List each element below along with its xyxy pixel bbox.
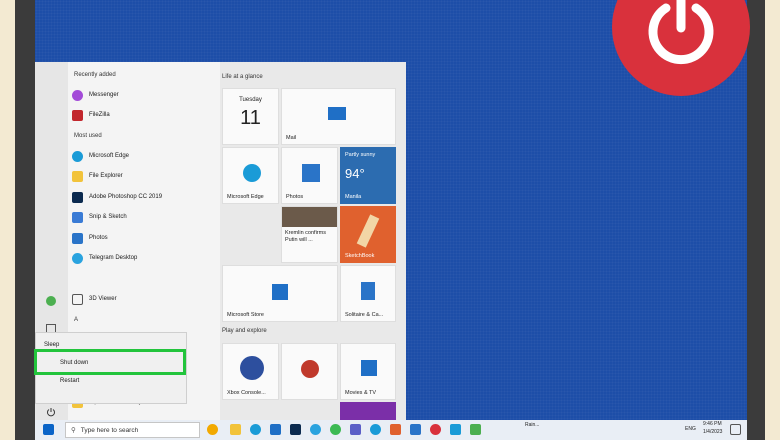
photos-icon (72, 232, 83, 244)
music-icon (301, 360, 319, 378)
news-headline: Kremlin confirms Putin will ... (285, 230, 326, 243)
app-photoshop[interactable]: Adobe Photoshop CC 2019 (72, 189, 242, 205)
app-file-explorer[interactable]: File Explorer (72, 168, 242, 184)
calendar-day: Tuesday (239, 97, 262, 103)
group-letter: A (74, 317, 79, 323)
cards-icon (361, 282, 375, 300)
power-icon (648, 0, 714, 65)
tile-solitaire[interactable]: Solitaire & Ca... (340, 265, 396, 322)
app-telegram[interactable]: Telegram Desktop (72, 250, 242, 266)
tile-group-play: Play and explore (222, 328, 267, 334)
photos-taskbar-icon[interactable] (410, 424, 421, 435)
app-snip-sketch[interactable]: Snip & Sketch (72, 209, 242, 225)
weather-temp: 94° (345, 166, 365, 181)
movies-icon (361, 360, 377, 376)
tile-photos[interactable]: Photos (281, 147, 338, 204)
edge-taskbar-icon[interactable] (250, 424, 261, 435)
tile-weather[interactable]: Partly sunny 94° Manila (340, 147, 396, 204)
tile-news[interactable]: Kremlin confirms Putin will ... (281, 206, 338, 263)
calendar-date: 11 (240, 107, 261, 129)
app-photos[interactable]: Photos (72, 230, 242, 246)
news-image (282, 207, 337, 227)
tile-extra[interactable] (340, 402, 396, 420)
restart-option[interactable]: Restart (60, 378, 79, 384)
shutdown-highlight (34, 349, 186, 375)
tile-movies[interactable]: Movies & TV (340, 343, 396, 400)
edge-icon (243, 164, 261, 182)
photoshop-icon (72, 191, 83, 203)
snip-icon (72, 211, 83, 223)
chrome-taskbar-icon[interactable] (330, 424, 341, 435)
messenger-icon (72, 89, 83, 101)
opera-taskbar-icon[interactable] (430, 424, 441, 435)
pencil-icon (356, 214, 380, 248)
search-placeholder: Type here to search (80, 426, 139, 434)
user-avatar-icon[interactable] (46, 296, 56, 306)
tile-groove[interactable] (281, 343, 338, 400)
xbox-icon (240, 356, 264, 380)
firefox-taskbar-icon[interactable] (370, 424, 381, 435)
tiles-panel: Life at a glance Tuesday 11 Mail Microso… (220, 62, 406, 420)
clock-date[interactable]: 1/4/2023 (703, 429, 722, 435)
search-box[interactable]: ⚲ Type here to search (65, 422, 200, 438)
tile-edge[interactable]: Microsoft Edge (222, 147, 279, 204)
most-used-header: Most used (74, 133, 102, 139)
search-icon: ⚲ (71, 427, 76, 434)
app-filezilla[interactable]: FileZilla (72, 107, 242, 123)
tile-mail[interactable]: Mail (281, 88, 396, 145)
app2-taskbar-icon[interactable] (450, 424, 461, 435)
edge-icon (72, 150, 83, 162)
sleep-option[interactable]: Sleep (44, 342, 59, 348)
power-rail-icon[interactable] (46, 404, 56, 417)
app3-taskbar-icon[interactable] (470, 424, 481, 435)
photos-icon (302, 164, 320, 182)
file-explorer-icon[interactable] (230, 424, 241, 435)
telegram-taskbar-icon[interactable] (310, 424, 321, 435)
app-messenger[interactable]: Messenger (72, 87, 242, 103)
app-edge[interactable]: Microsoft Edge (72, 148, 242, 164)
tile-calendar[interactable]: Tuesday 11 (222, 88, 279, 145)
clock-time[interactable]: 9:46 PM (703, 421, 722, 427)
tile-group-life: Life at a glance (222, 74, 263, 80)
tile-sketchbook[interactable]: SketchBook (340, 206, 396, 263)
tile-xbox[interactable]: Xbox Console... (222, 343, 279, 400)
filezilla-icon (72, 109, 83, 121)
teams-taskbar-icon[interactable] (350, 424, 361, 435)
weather-condition: Partly sunny (345, 152, 376, 158)
tile-store[interactable]: Microsoft Store (222, 265, 338, 322)
store-icon (272, 284, 288, 300)
app-taskbar-icon[interactable] (390, 424, 401, 435)
widget-icon[interactable] (207, 424, 218, 435)
photoshop-taskbar-icon[interactable] (290, 424, 301, 435)
taskbar: ⚲ Type here to search Rain... ENG 9:46 P… (35, 420, 747, 440)
mail-icon (328, 107, 346, 120)
recently-added-header: Recently added (74, 72, 116, 78)
telegram-icon (72, 252, 83, 264)
store-taskbar-icon[interactable] (270, 424, 281, 435)
app-3d-viewer[interactable]: 3D Viewer (72, 291, 242, 307)
weather-tray[interactable]: Rain... (525, 422, 539, 428)
windows-start-icon[interactable] (43, 424, 54, 435)
cube-icon (72, 293, 83, 305)
notification-icon[interactable] (730, 424, 741, 435)
folder-icon (72, 170, 83, 182)
language-indicator[interactable]: ENG (685, 426, 696, 432)
